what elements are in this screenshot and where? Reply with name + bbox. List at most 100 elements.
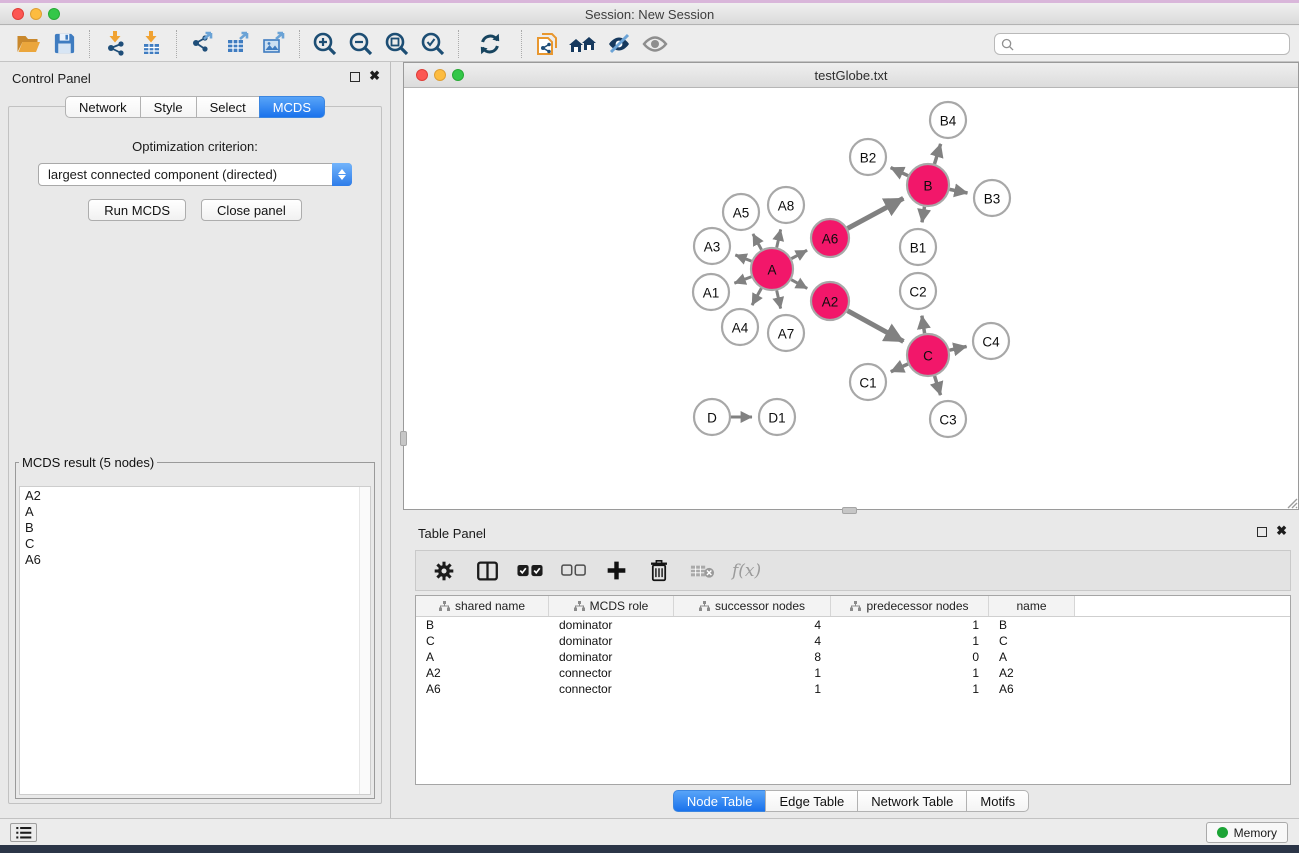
export-network-button[interactable] — [184, 29, 220, 59]
table-row[interactable]: Adominator80A — [416, 649, 1290, 665]
mcds-result-item[interactable]: A — [20, 503, 370, 519]
edge-A-A8[interactable] — [777, 229, 781, 247]
edge-A-A6[interactable] — [791, 250, 807, 258]
tab-edge-table[interactable]: Edge Table — [765, 790, 857, 812]
tab-style[interactable]: Style — [140, 96, 196, 118]
splitter-handle-left[interactable] — [400, 431, 407, 446]
edge-B-B4[interactable] — [934, 144, 940, 164]
open-session-button[interactable] — [10, 29, 46, 59]
scrollbar-track[interactable] — [359, 487, 370, 794]
node-label-C4: C4 — [982, 335, 1000, 350]
split-view-button[interactable] — [474, 558, 500, 584]
float-panel-icon[interactable] — [350, 72, 360, 82]
table-panel-tabs: Node TableEdge TableNetwork TableMotifs — [403, 790, 1299, 812]
zoom-out-button[interactable] — [343, 29, 379, 59]
edge-A-A3[interactable] — [735, 255, 751, 261]
task-history-button[interactable] — [10, 823, 37, 842]
splitter-handle-bottom[interactable] — [842, 507, 857, 514]
export-image-button[interactable] — [256, 29, 292, 59]
table-cell: dominator — [549, 618, 674, 632]
node-label-A7: A7 — [778, 327, 795, 342]
edge-C-C1[interactable] — [891, 364, 908, 372]
edge-C-C3[interactable] — [935, 376, 941, 395]
column-header-name[interactable]: name — [989, 596, 1075, 616]
close-panel-button[interactable]: Close panel — [201, 199, 302, 221]
tab-network[interactable]: Network — [65, 96, 140, 118]
edge-B-B2[interactable] — [891, 168, 908, 176]
mcds-result-item[interactable]: A2 — [20, 487, 370, 503]
table-cell: 1 — [674, 682, 831, 696]
float-table-panel-icon[interactable] — [1257, 527, 1267, 537]
import-table-button[interactable] — [133, 29, 169, 59]
new-network-from-selection-button[interactable] — [529, 29, 565, 59]
apply-layout-button[interactable] — [472, 29, 508, 59]
tab-node-table[interactable]: Node Table — [673, 790, 766, 812]
edge-B-B3[interactable] — [950, 189, 968, 193]
network-graph[interactable]: B4B2BB3A8A5A6A3B1AA1C2A2A4A7C4CC1C3DD1 — [404, 88, 1298, 509]
toolbar-search-field[interactable] — [994, 33, 1290, 55]
zoom-selected-button[interactable] — [415, 29, 451, 59]
edge-A-A1[interactable] — [734, 277, 751, 283]
delete-table-icon — [690, 563, 715, 579]
node-table: shared nameMCDS rolesuccessor nodesprede… — [415, 595, 1291, 785]
mcds-result-item[interactable]: B — [20, 519, 370, 535]
edge-A-A4[interactable] — [752, 288, 761, 305]
tab-mcds[interactable]: MCDS — [259, 96, 325, 118]
column-header-shared-name[interactable]: shared name — [416, 596, 549, 616]
import-network-button[interactable] — [97, 29, 133, 59]
export-table-button[interactable] — [220, 29, 256, 59]
search-input[interactable] — [1014, 37, 1283, 51]
delete-table-button[interactable] — [689, 558, 715, 584]
add-column-button[interactable] — [603, 558, 629, 584]
close-table-panel-icon[interactable]: ✖ — [1276, 526, 1287, 536]
first-neighbors-button[interactable] — [565, 29, 601, 59]
edge-C-C4[interactable] — [949, 346, 966, 350]
close-panel-icon[interactable]: ✖ — [369, 71, 380, 81]
optimization-criterion-dropdown[interactable]: largest connected component (directed) — [38, 163, 352, 186]
table-cell: C — [989, 634, 1075, 648]
status-bar: Memory — [0, 818, 1299, 845]
function-builder-button[interactable]: f(x) — [732, 558, 761, 584]
tab-select[interactable]: Select — [196, 96, 259, 118]
edge-A6-B[interactable] — [848, 198, 904, 228]
node-label-A8: A8 — [778, 199, 795, 214]
delete-column-button[interactable] — [646, 558, 672, 584]
zoom-fit-button[interactable] — [379, 29, 415, 59]
node-label-B2: B2 — [860, 151, 877, 166]
edge-A-A7[interactable] — [777, 290, 781, 308]
network-window-titlebar[interactable]: testGlobe.txt — [404, 63, 1298, 88]
column-header-mcds-role[interactable]: MCDS role — [549, 596, 674, 616]
memory-button[interactable]: Memory — [1206, 822, 1288, 843]
table-row[interactable]: Cdominator41C — [416, 633, 1290, 649]
edge-A2-C[interactable] — [848, 311, 904, 342]
node-label-C2: C2 — [909, 285, 926, 300]
zoom-in-button[interactable] — [307, 29, 343, 59]
table-row[interactable]: A6connector11A6 — [416, 681, 1290, 697]
tab-network-table[interactable]: Network Table — [857, 790, 966, 812]
edge-A-A2[interactable] — [791, 280, 807, 289]
mcds-result-item[interactable]: A6 — [20, 551, 370, 567]
column-header-predecessor-nodes[interactable]: predecessor nodes — [831, 596, 989, 616]
mcds-result-item[interactable]: C — [20, 535, 370, 551]
show-all-button[interactable] — [637, 29, 673, 59]
hide-selected-button[interactable] — [601, 29, 637, 59]
save-session-button[interactable] — [46, 29, 82, 59]
network-canvas[interactable]: B4B2BB3A8A5A6A3B1AA1C2A2A4A7C4CC1C3DD1 — [404, 88, 1298, 509]
edge-A-A5[interactable] — [753, 234, 762, 250]
node-label-C3: C3 — [939, 413, 956, 428]
column-header-successor-nodes[interactable]: successor nodes — [674, 596, 831, 616]
table-cell: A2 — [989, 666, 1075, 680]
table-row[interactable]: A2connector11A2 — [416, 665, 1290, 681]
deselect-all-button[interactable] — [560, 558, 586, 584]
table-row[interactable]: Bdominator41B — [416, 617, 1290, 633]
table-settings-button[interactable] — [431, 558, 457, 584]
run-mcds-button[interactable]: Run MCDS — [88, 199, 186, 221]
edge-C-C2[interactable] — [922, 316, 925, 334]
resize-grip-icon[interactable] — [1284, 495, 1298, 509]
tab-motifs[interactable]: Motifs — [966, 790, 1029, 812]
toolbar-separator — [299, 30, 300, 58]
edge-B-B1[interactable] — [922, 207, 925, 223]
table-cell: 1 — [831, 618, 989, 632]
select-all-button[interactable] — [517, 558, 543, 584]
mcds-result-list[interactable]: A2ABCA6 — [19, 486, 371, 795]
